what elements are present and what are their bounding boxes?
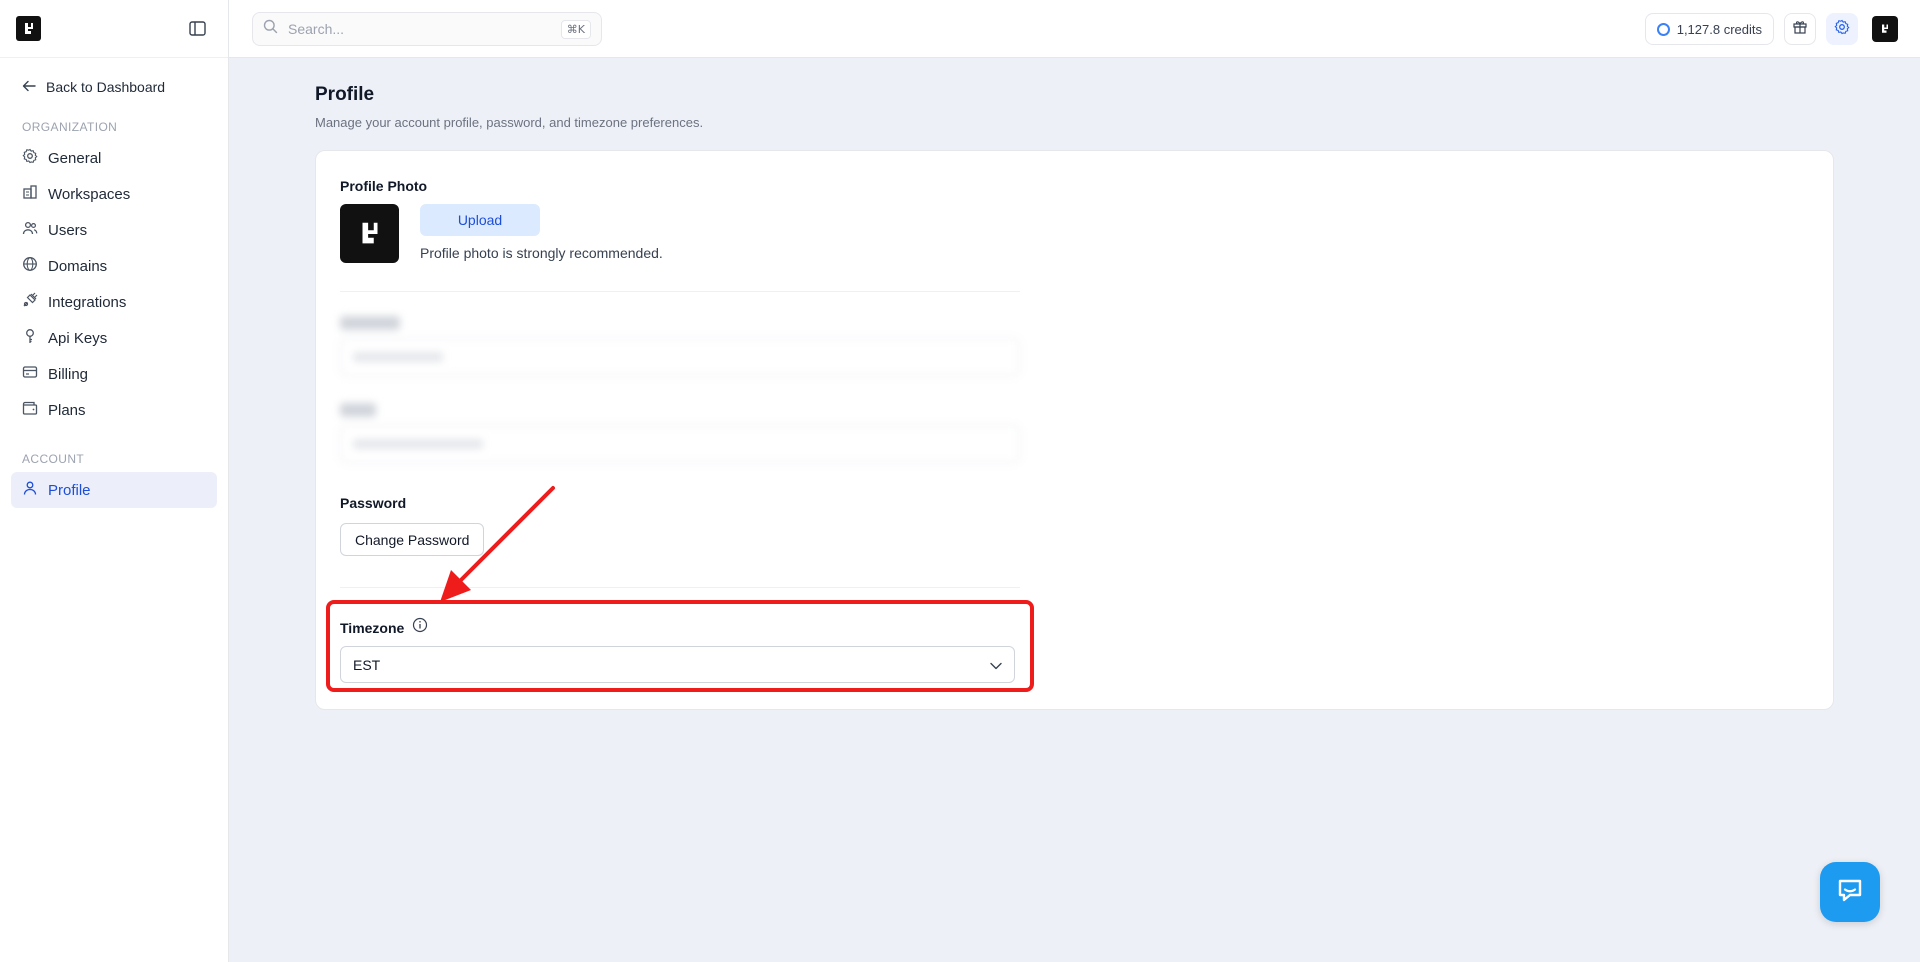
support-chat-button[interactable] [1820, 862, 1880, 922]
building-icon [22, 184, 38, 204]
main-content: Profile Manage your account profile, pas… [229, 58, 1920, 962]
change-password-button[interactable]: Change Password [340, 523, 485, 556]
sidebar-toggle-icon[interactable] [186, 18, 208, 40]
sidebar-item-workspaces[interactable]: Workspaces [11, 176, 217, 212]
account-nav: Profile [0, 472, 228, 508]
settings-button[interactable] [1826, 13, 1858, 45]
globe-icon [22, 256, 38, 276]
app-root: Back to Dashboard ORGANIZATION General W… [0, 0, 1920, 962]
plug-icon [22, 292, 38, 312]
sidebar-item-profile[interactable]: Profile [11, 472, 217, 508]
sidebar: Back to Dashboard ORGANIZATION General W… [0, 0, 229, 962]
back-to-dashboard-link[interactable]: Back to Dashboard [0, 70, 228, 104]
search-box[interactable]: ⌘K [252, 12, 602, 46]
sidebar-item-label: Billing [48, 365, 89, 383]
gear-icon [1834, 19, 1850, 40]
chat-icon [1836, 877, 1864, 908]
credits-button[interactable]: 1,127.8 credits [1644, 13, 1774, 45]
gift-icon [1792, 19, 1808, 40]
sidebar-item-label: Integrations [48, 293, 127, 311]
top-bar: ⌘K 1,127.8 credits [229, 0, 1920, 58]
sidebar-item-label: Users [48, 221, 88, 239]
credits-label: 1,127.8 credits [1676, 21, 1762, 37]
credit-card-icon [22, 364, 38, 384]
sidebar-item-label: Workspaces [48, 185, 131, 203]
blurred-field-input [340, 338, 1020, 376]
wallet-icon [22, 400, 38, 420]
sidebar-item-label: Domains [48, 257, 108, 275]
blurred-field-input [340, 425, 1020, 463]
divider [340, 587, 1020, 588]
sidebar-item-plans[interactable]: Plans [11, 392, 217, 428]
sidebar-item-integrations[interactable]: Integrations [11, 284, 217, 320]
search-shortcut-badge: ⌘K [560, 19, 591, 39]
sidebar-item-billing[interactable]: Billing [11, 356, 217, 392]
arrow-left-icon [22, 79, 36, 95]
blurred-email-field [340, 403, 1020, 463]
profile-photo-hint: Profile photo is strongly recommended. [420, 245, 663, 261]
sidebar-item-domains[interactable]: Domains [11, 248, 217, 284]
search-input[interactable] [288, 21, 561, 37]
blurred-field-label [340, 403, 376, 417]
app-logo[interactable] [16, 16, 41, 41]
blurred-name-field [340, 316, 1020, 376]
user-icon [22, 480, 38, 500]
sidebar-item-label: Api Keys [48, 329, 108, 347]
upload-button[interactable]: Upload [420, 204, 540, 236]
organization-section-label: ORGANIZATION [22, 120, 118, 134]
search-icon [263, 19, 278, 39]
back-link-label: Back to Dashboard [46, 79, 166, 95]
key-icon [22, 328, 38, 348]
user-avatar[interactable] [1872, 16, 1898, 42]
credits-ring-icon [1656, 22, 1670, 36]
top-right-actions: 1,127.8 credits [1644, 12, 1898, 46]
divider [340, 291, 1020, 292]
sidebar-item-label: General [48, 149, 102, 167]
page-title: Profile [315, 84, 375, 105]
gift-button[interactable] [1784, 13, 1816, 45]
users-icon [22, 220, 38, 240]
sidebar-item-general[interactable]: General [11, 140, 217, 176]
sidebar-header [0, 0, 228, 58]
blurred-field-label [340, 316, 400, 330]
gear-icon [22, 148, 38, 168]
password-label: Password [340, 495, 407, 511]
organization-nav: General Workspaces Users Domains Integra… [0, 140, 228, 428]
sidebar-item-label: Plans [48, 401, 86, 419]
profile-photo [340, 204, 399, 263]
sidebar-item-label: Profile [48, 481, 91, 499]
sidebar-item-users[interactable]: Users [11, 212, 217, 248]
annotation-highlight-box [326, 600, 1034, 692]
account-section-label: ACCOUNT [22, 452, 85, 466]
page-subtitle: Manage your account profile, password, a… [315, 115, 704, 130]
profile-photo-label: Profile Photo [340, 178, 428, 194]
sidebar-item-api-keys[interactable]: Api Keys [11, 320, 217, 356]
